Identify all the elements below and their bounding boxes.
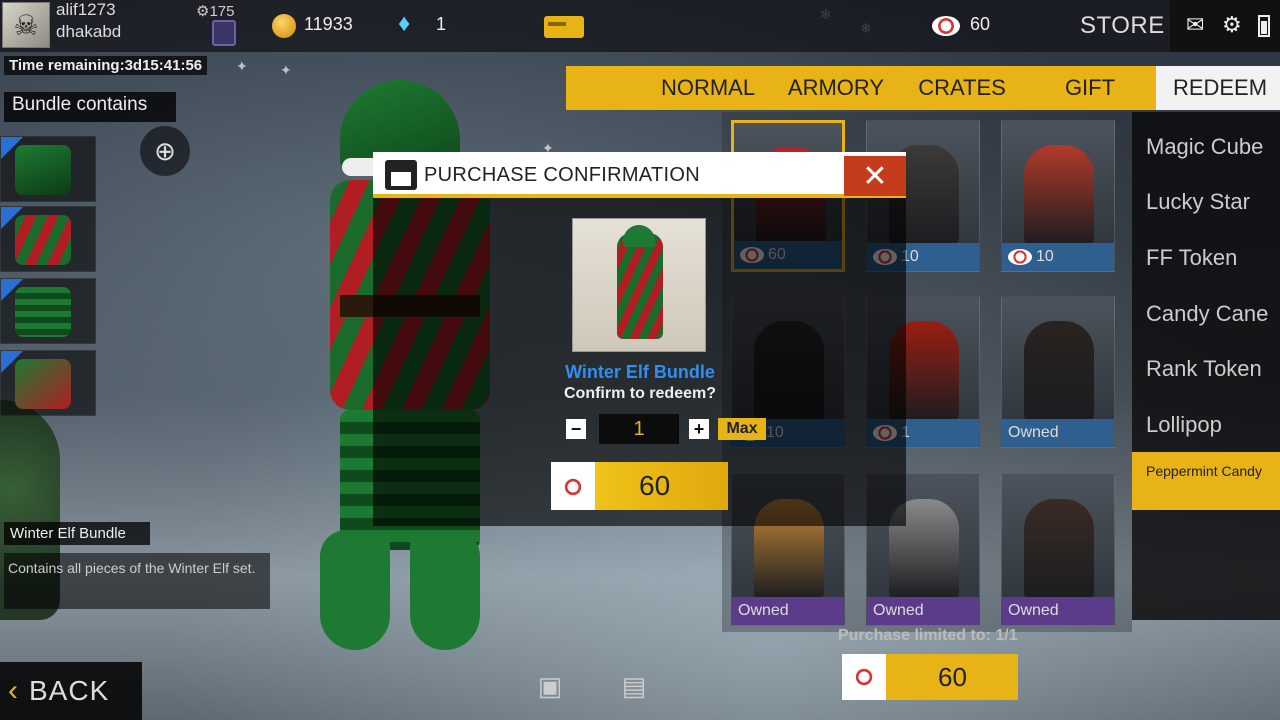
- wardrobe-icon[interactable]: ▣: [526, 662, 574, 710]
- character-boot-left: [320, 530, 390, 650]
- player-level: ⚙175: [196, 2, 234, 20]
- category-candy-cane[interactable]: Candy Cane: [1146, 301, 1280, 327]
- tab-normal[interactable]: NORMAL: [644, 66, 772, 110]
- store-title: STORE: [1080, 12, 1165, 39]
- diamond-icon[interactable]: ♦: [398, 10, 410, 38]
- zoom-in-button[interactable]: ⊕: [140, 126, 190, 176]
- membership-card-icon[interactable]: [544, 16, 584, 38]
- battery-icon: [1258, 15, 1270, 37]
- item-price-or-status: Owned: [1008, 424, 1059, 441]
- modal-title: PURCHASE CONFIRMATION: [424, 164, 700, 186]
- time-remaining: Time remaining:3d15:41:56: [4, 56, 208, 75]
- candy-voucher-icon: [850, 666, 878, 688]
- purchase-limit: Purchase limited to: 1/1: [838, 627, 1018, 644]
- item-portrait: [1024, 145, 1094, 245]
- shop-bag-icon: [385, 160, 417, 190]
- voucher-balance: 60: [970, 14, 991, 34]
- item-portrait: [1024, 499, 1094, 599]
- quantity-increase-button[interactable]: +: [689, 419, 709, 439]
- snowflake-icon: ✦: [236, 58, 248, 74]
- bundle-preview-image: [572, 218, 706, 352]
- tab-armory[interactable]: ARMORY: [772, 66, 900, 110]
- redeem-price-button[interactable]: 60: [842, 654, 1018, 700]
- modal-header: PURCHASE CONFIRMATION: [373, 152, 906, 198]
- modal-item-name: Winter Elf Bundle: [565, 362, 715, 382]
- level-value: 175: [209, 3, 235, 20]
- bundle-name: Winter Elf Bundle: [4, 522, 150, 545]
- player-server: dhakabd: [56, 22, 122, 41]
- player-avatar[interactable]: ☠: [2, 2, 50, 48]
- item-footer: Owned: [1002, 597, 1114, 625]
- bundle-description: Contains all pieces of the Winter Elf se…: [4, 553, 270, 609]
- candy-voucher-icon: [559, 476, 587, 498]
- player-username: alif1273: [56, 0, 116, 19]
- back-label: BACK: [29, 675, 110, 706]
- chevron-left-icon: ‹: [8, 674, 19, 707]
- category-peppermint-candy[interactable]: Peppermint Candy: [1132, 452, 1280, 510]
- category-rank-token[interactable]: Rank Token: [1146, 356, 1280, 382]
- bundle-item-pants[interactable]: [0, 278, 96, 344]
- redeem-price: 60: [938, 662, 967, 692]
- shop-item-card[interactable]: Owned: [1001, 296, 1115, 448]
- item-price-or-status: Owned: [738, 602, 789, 619]
- bundle-item-top[interactable]: [0, 206, 96, 272]
- category-lollipop[interactable]: Lollipop: [1146, 412, 1280, 438]
- elf-jacket-icon: [15, 215, 71, 265]
- close-button[interactable]: ✕: [844, 156, 906, 196]
- shop-item-card[interactable]: 10: [1001, 120, 1115, 272]
- bundle-contains-label: Bundle contains: [4, 92, 176, 122]
- elf-shoes-icon: [15, 359, 71, 409]
- max-quantity-button[interactable]: Max: [718, 418, 766, 440]
- minus-icon: −: [570, 418, 582, 439]
- elf-hat: [623, 225, 655, 247]
- category-lucky-star[interactable]: Lucky Star: [1146, 189, 1280, 215]
- mail-icon[interactable]: ✉: [1186, 12, 1204, 38]
- category-ff-token[interactable]: FF Token: [1146, 245, 1280, 271]
- magnifier-icon: ⊕: [154, 135, 176, 166]
- gold-balance: 11933: [304, 14, 353, 34]
- item-footer: Owned: [1002, 419, 1114, 447]
- quantity-input[interactable]: 1: [599, 414, 679, 444]
- item-footer: Owned: [732, 597, 844, 625]
- quantity-decrease-button[interactable]: −: [566, 419, 586, 439]
- item-footer: 10: [1002, 243, 1114, 271]
- elf-hat-icon: [15, 145, 71, 195]
- elf-pants-icon: [15, 287, 71, 337]
- item-footer: Owned: [867, 597, 979, 625]
- close-icon: ✕: [862, 159, 888, 193]
- snowflake-icon: ✦: [280, 62, 292, 78]
- bundle-item-shoes[interactable]: [0, 350, 96, 416]
- candy-voucher-icon: [932, 16, 960, 36]
- level-gear-icon: ⚙: [196, 3, 210, 20]
- shop-item-card[interactable]: Owned: [1001, 474, 1115, 626]
- confirm-prompt: Confirm to redeem?: [563, 385, 716, 402]
- confirm-redeem-button[interactable]: 60: [551, 462, 728, 510]
- tab-redeem[interactable]: REDEEM: [1156, 66, 1280, 110]
- candy-voucher-icon: [1008, 249, 1032, 265]
- tab-gift[interactable]: GIFT: [1026, 66, 1154, 110]
- diamond-balance: 1: [436, 14, 447, 34]
- bundle-item-hat[interactable]: [0, 136, 96, 202]
- category-magic-cube[interactable]: Magic Cube: [1146, 134, 1280, 160]
- tab-crates[interactable]: CRATES: [898, 66, 1026, 110]
- item-portrait: [1024, 321, 1094, 421]
- rank-badge-icon[interactable]: [212, 20, 236, 46]
- store-tabs: NORMAL ARMORY CRATES GIFT REDEEM: [566, 66, 1280, 110]
- gold-coin-icon: [272, 14, 296, 38]
- item-price-or-status: Owned: [873, 602, 924, 619]
- back-button[interactable]: ‹ BACK: [0, 662, 142, 720]
- plus-icon: +: [693, 418, 705, 439]
- item-price-or-status: 10: [1036, 248, 1054, 265]
- elf-figure: [617, 233, 663, 339]
- item-price-or-status: Owned: [1008, 602, 1059, 619]
- settings-gear-icon[interactable]: ⚙: [1222, 12, 1242, 38]
- confirm-price: 60: [639, 470, 671, 501]
- character-card-icon[interactable]: ▤: [610, 662, 658, 710]
- character-boot-right: [410, 530, 480, 650]
